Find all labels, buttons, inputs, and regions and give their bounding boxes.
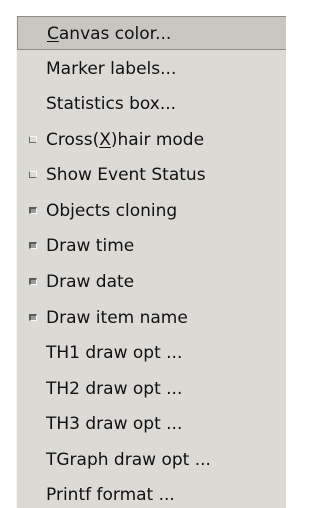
menu-item-marker-labels[interactable]: Marker labels... xyxy=(17,52,286,86)
menu-item-draw-item-name[interactable]: Draw item name xyxy=(17,301,286,335)
menu-item-label: Cross(X)hair mode xyxy=(46,130,205,150)
menu-item-label: TH1 draw opt ... xyxy=(46,343,183,363)
checkbox-on-icon xyxy=(29,314,37,321)
menu-item-tgraph-draw-opt[interactable]: TGraph draw opt ... xyxy=(17,443,286,477)
menu-item-label: TGraph draw opt ... xyxy=(46,450,211,470)
checkbox-on-icon xyxy=(29,207,37,214)
checkbox-off-icon xyxy=(29,136,37,143)
menu-item-label: TH3 draw opt ... xyxy=(46,414,183,434)
mnemonic-c: C xyxy=(47,24,59,44)
checkbox-on-icon xyxy=(29,278,37,285)
menu-item-label: Objects cloning xyxy=(46,201,178,221)
menu-item-label: Draw time xyxy=(46,236,135,256)
menu-item-label: TH2 draw opt ... xyxy=(46,379,183,399)
menu-item-th3-draw-opt[interactable]: TH3 draw opt ... xyxy=(17,407,286,441)
menu-item-objects-cloning[interactable]: Objects cloning xyxy=(17,194,286,228)
menu-item-canvas-color[interactable]: Canvas color... xyxy=(17,16,286,50)
menu-item-statistics-box[interactable]: Statistics box... xyxy=(17,87,286,121)
menu-item-label: Printf format ... xyxy=(46,485,175,505)
menu-item-label: Draw item name xyxy=(46,308,188,328)
menu-item-th2-draw-opt[interactable]: TH2 draw opt ... xyxy=(17,372,286,406)
menu-item-crosshair-mode[interactable]: Cross(X)hair mode xyxy=(17,123,286,157)
menu-item-label: Show Event Status xyxy=(46,165,206,185)
menu-item-printf-format[interactable]: Printf format ... xyxy=(17,478,286,508)
options-menu: Canvas color... Marker labels... Statist… xyxy=(16,16,286,508)
mnemonic-x: X xyxy=(99,130,111,150)
menu-item-th1-draw-opt[interactable]: TH1 draw opt ... xyxy=(17,336,286,370)
menu-item-draw-time[interactable]: Draw time xyxy=(17,229,286,263)
checkbox-off-icon xyxy=(29,171,37,178)
menu-item-label: Draw date xyxy=(46,272,135,292)
menu-item-label: Statistics box... xyxy=(46,94,177,114)
menu-item-show-event-status[interactable]: Show Event Status xyxy=(17,158,286,192)
menu-item-label: Canvas color... xyxy=(47,24,172,44)
menu-item-label: Marker labels... xyxy=(46,59,177,79)
menu-item-draw-date[interactable]: Draw date xyxy=(17,265,286,299)
checkbox-on-icon xyxy=(29,242,37,249)
